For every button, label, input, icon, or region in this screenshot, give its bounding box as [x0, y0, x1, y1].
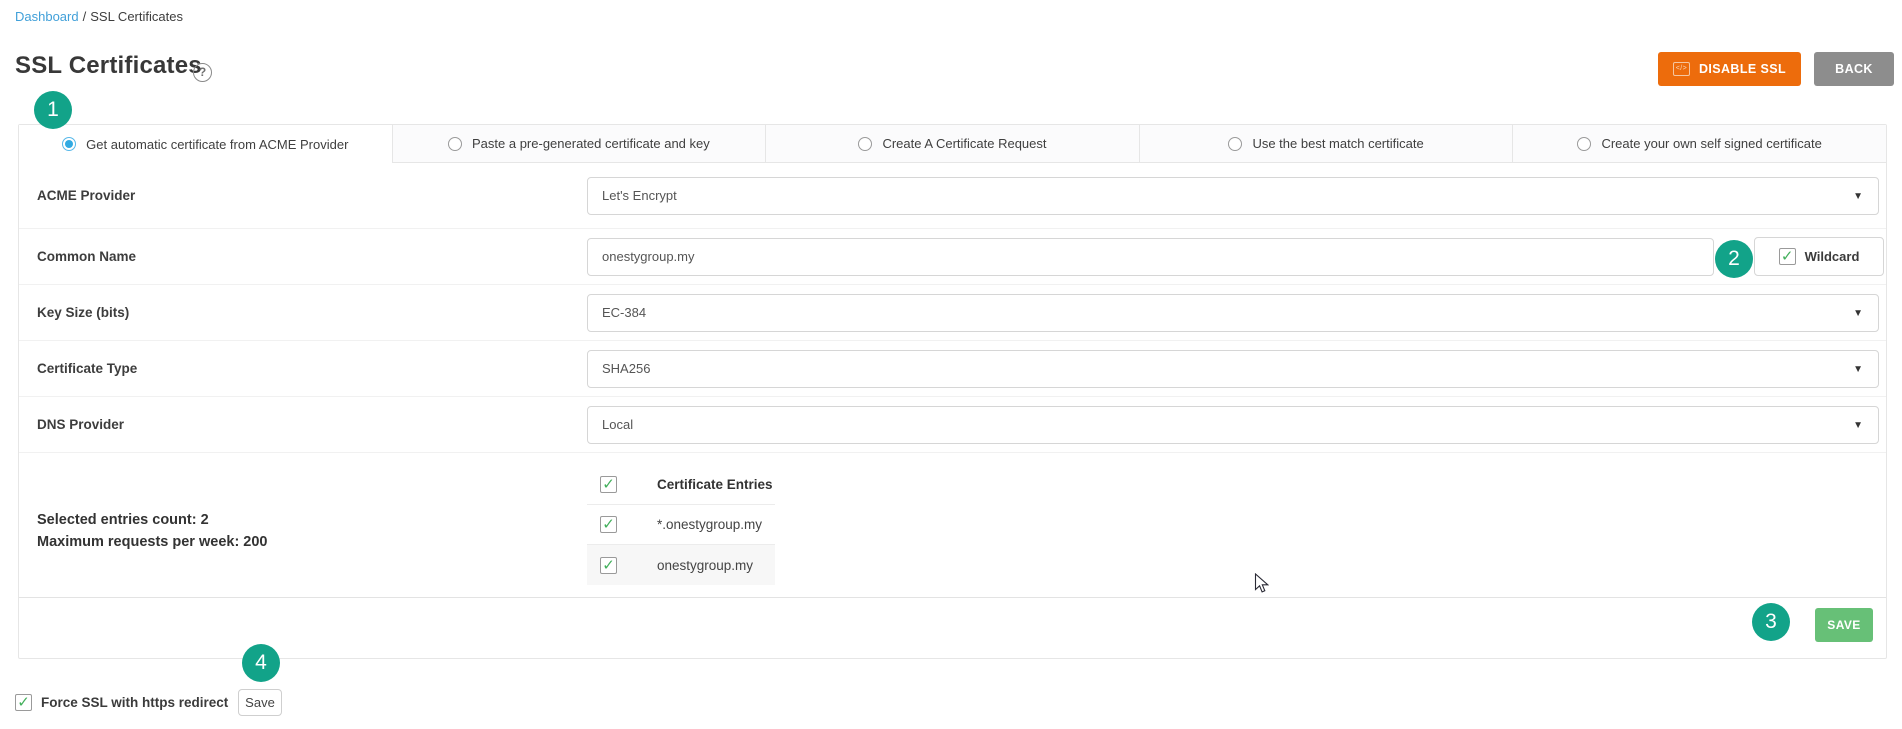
- tab-self-signed[interactable]: Create your own self signed certificate: [1513, 125, 1886, 163]
- acme-provider-label: ACME Provider: [19, 188, 587, 203]
- entry-checkbox[interactable]: ✓: [600, 557, 617, 574]
- key-size-label: Key Size (bits): [19, 305, 587, 320]
- page-title: SSL Certificates: [15, 52, 202, 80]
- disable-ssl-button[interactable]: </> DISABLE SSL: [1658, 52, 1801, 86]
- tab-label: Create A Certificate Request: [882, 136, 1046, 151]
- breadcrumb-separator: /: [83, 9, 87, 24]
- disable-ssl-label: DISABLE SSL: [1699, 62, 1786, 76]
- certificate-entries-section: Selected entries count: 2 Maximum reques…: [19, 453, 1886, 597]
- code-window-icon: </>: [1673, 62, 1690, 76]
- breadcrumb-current: SSL Certificates: [90, 9, 183, 24]
- tab-certificate-request[interactable]: Create A Certificate Request: [766, 125, 1140, 163]
- acme-provider-select[interactable]: Let's Encrypt: [587, 177, 1879, 215]
- dns-provider-select[interactable]: Local: [587, 406, 1879, 444]
- select-all-checkbox[interactable]: ✓: [600, 476, 617, 493]
- annotation-circle-3: 3: [1752, 603, 1790, 641]
- wildcard-label: Wildcard: [1805, 249, 1860, 264]
- dns-provider-row: DNS Provider Local ▼: [19, 397, 1886, 453]
- certificate-method-tabs: Get automatic certificate from ACME Prov…: [19, 125, 1886, 163]
- certificate-type-select[interactable]: SHA256: [587, 350, 1879, 388]
- max-requests-per-week: Maximum requests per week: 200: [37, 531, 587, 553]
- dns-provider-label: DNS Provider: [19, 417, 587, 432]
- force-ssl-label: Force SSL with https redirect: [41, 695, 228, 710]
- wildcard-checkbox[interactable]: ✓: [1779, 248, 1796, 265]
- common-name-input[interactable]: [587, 238, 1714, 276]
- entry-checkbox[interactable]: ✓: [600, 516, 617, 533]
- tab-label: Get automatic certificate from ACME Prov…: [86, 137, 348, 152]
- radio-icon[interactable]: [1228, 137, 1242, 151]
- force-ssl-save-button[interactable]: Save: [238, 689, 282, 716]
- radio-icon[interactable]: [1577, 137, 1591, 151]
- acme-provider-row: ACME Provider Let's Encrypt ▼: [19, 163, 1886, 229]
- tab-label: Create your own self signed certificate: [1601, 136, 1821, 151]
- entries-header-label: Certificate Entries: [657, 477, 773, 492]
- tab-best-match[interactable]: Use the best match certificate: [1140, 125, 1514, 163]
- certificate-entries-table: ✓ Certificate Entries ✓ *.onestygroup.my…: [587, 465, 775, 597]
- tab-paste-certificate[interactable]: Paste a pre-generated certificate and ke…: [393, 125, 767, 163]
- breadcrumb-dashboard-link[interactable]: Dashboard: [15, 9, 79, 24]
- wildcard-option[interactable]: ✓ Wildcard: [1754, 237, 1884, 276]
- back-button[interactable]: BACK: [1814, 52, 1894, 86]
- entries-header-row: ✓ Certificate Entries: [587, 465, 775, 505]
- tab-label: Use the best match certificate: [1252, 136, 1423, 151]
- force-ssl-checkbox[interactable]: ✓: [15, 694, 32, 711]
- tab-label: Paste a pre-generated certificate and ke…: [472, 136, 710, 151]
- certificate-type-row: Certificate Type SHA256 ▼: [19, 341, 1886, 397]
- selected-entries-count: Selected entries count: 2: [37, 509, 587, 531]
- help-icon[interactable]: ?: [193, 63, 212, 82]
- ssl-certificates-card: Get automatic certificate from ACME Prov…: [18, 124, 1887, 659]
- radio-icon[interactable]: [858, 137, 872, 151]
- annotation-circle-2: 2: [1715, 240, 1753, 278]
- save-button[interactable]: SAVE: [1815, 608, 1873, 642]
- radio-icon[interactable]: [448, 137, 462, 151]
- tab-acme-provider[interactable]: Get automatic certificate from ACME Prov…: [19, 125, 393, 163]
- annotation-circle-1: 1: [34, 91, 72, 129]
- certificate-type-label: Certificate Type: [19, 361, 587, 376]
- table-row: ✓ onestygroup.my: [587, 545, 775, 585]
- radio-selected-icon[interactable]: [62, 137, 76, 151]
- key-size-row: Key Size (bits) EC-384 ▼: [19, 285, 1886, 341]
- mouse-cursor: [1254, 573, 1269, 594]
- save-row: SAVE: [19, 597, 1886, 661]
- breadcrumb: Dashboard /SSL Certificates: [15, 9, 183, 24]
- entry-domain: onestygroup.my: [657, 558, 753, 573]
- common-name-label: Common Name: [19, 249, 587, 264]
- common-name-row: Common Name ✓ Wildcard: [19, 229, 1886, 285]
- force-ssl-option: ✓ Force SSL with https redirect: [15, 694, 228, 711]
- entry-domain: *.onestygroup.my: [657, 517, 762, 532]
- key-size-select[interactable]: EC-384: [587, 294, 1879, 332]
- table-row: ✓ *.onestygroup.my: [587, 505, 775, 545]
- annotation-circle-4: 4: [242, 644, 280, 682]
